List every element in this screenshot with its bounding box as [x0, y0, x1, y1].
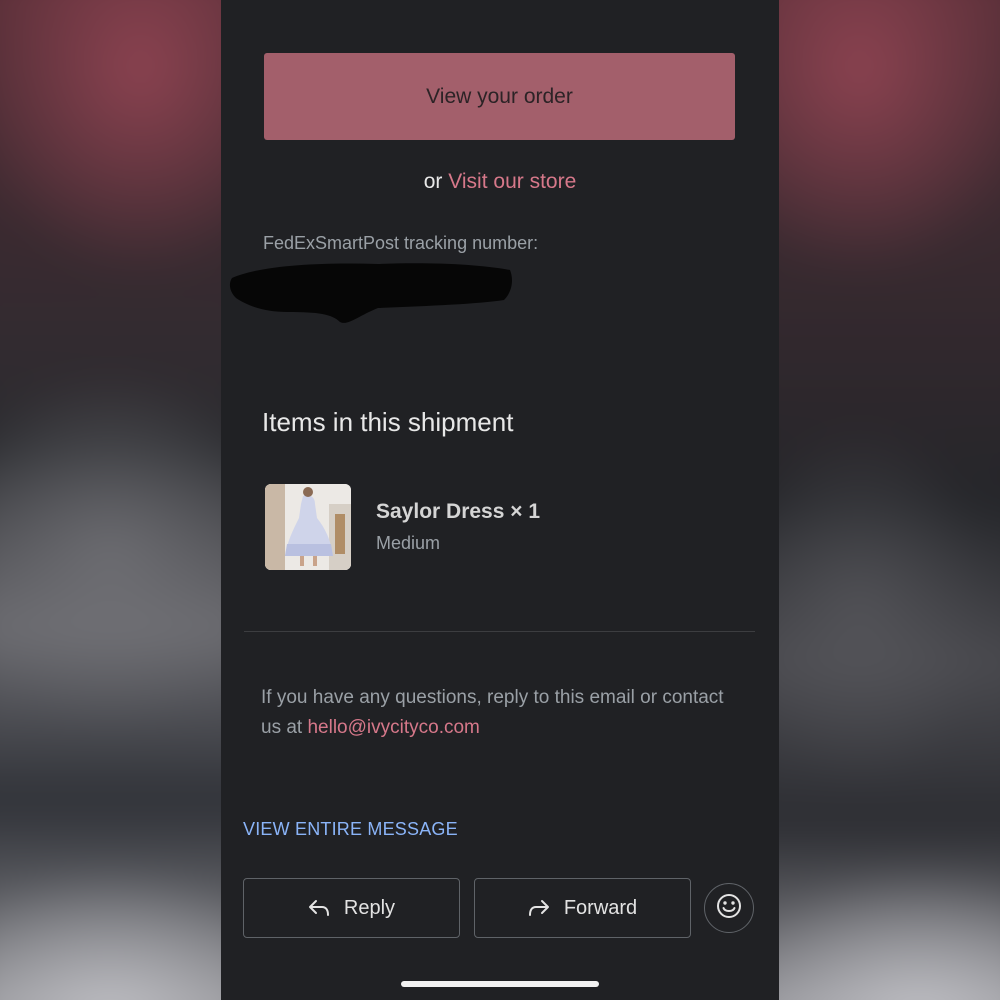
blurred-background-right — [779, 0, 1000, 1000]
view-order-button[interactable]: View your order — [264, 53, 735, 140]
section-divider — [244, 631, 755, 632]
blurred-background-left — [0, 0, 221, 1000]
tracking-number-label: FedExSmartPost tracking number: — [263, 233, 539, 253]
reply-button[interactable]: Reply — [243, 878, 460, 938]
smiley-face-icon — [716, 893, 742, 924]
product-image — [265, 484, 351, 570]
forward-button[interactable]: Forward — [474, 878, 691, 938]
contact-paragraph: If you have any questions, reply to this… — [261, 683, 731, 743]
items-section-title: Items in this shipment — [262, 407, 514, 437]
view-order-label: View your order — [426, 84, 573, 108]
product-variant: Medium — [376, 533, 441, 553]
store-line: or Visit our store — [221, 170, 779, 194]
product-name: Saylor Dress × 1 — [376, 500, 541, 523]
view-entire-message-link[interactable]: VIEW ENTIRE MESSAGE — [243, 819, 458, 840]
reply-arrow-icon — [308, 899, 330, 917]
forward-label: Forward — [563, 896, 638, 919]
redacted-tracking-number — [229, 263, 513, 323]
email-screen: View your order or Visit our store FedEx… — [221, 0, 779, 1000]
visit-store-link[interactable]: Visit our store — [448, 170, 576, 193]
reply-label: Reply — [343, 896, 396, 919]
contact-email-link[interactable]: hello@ivycityco.com — [307, 717, 479, 738]
forward-arrow-icon — [528, 899, 550, 917]
home-indicator[interactable] — [401, 981, 599, 987]
emoji-reaction-button[interactable] — [704, 883, 754, 933]
store-prefix: or — [423, 170, 443, 193]
